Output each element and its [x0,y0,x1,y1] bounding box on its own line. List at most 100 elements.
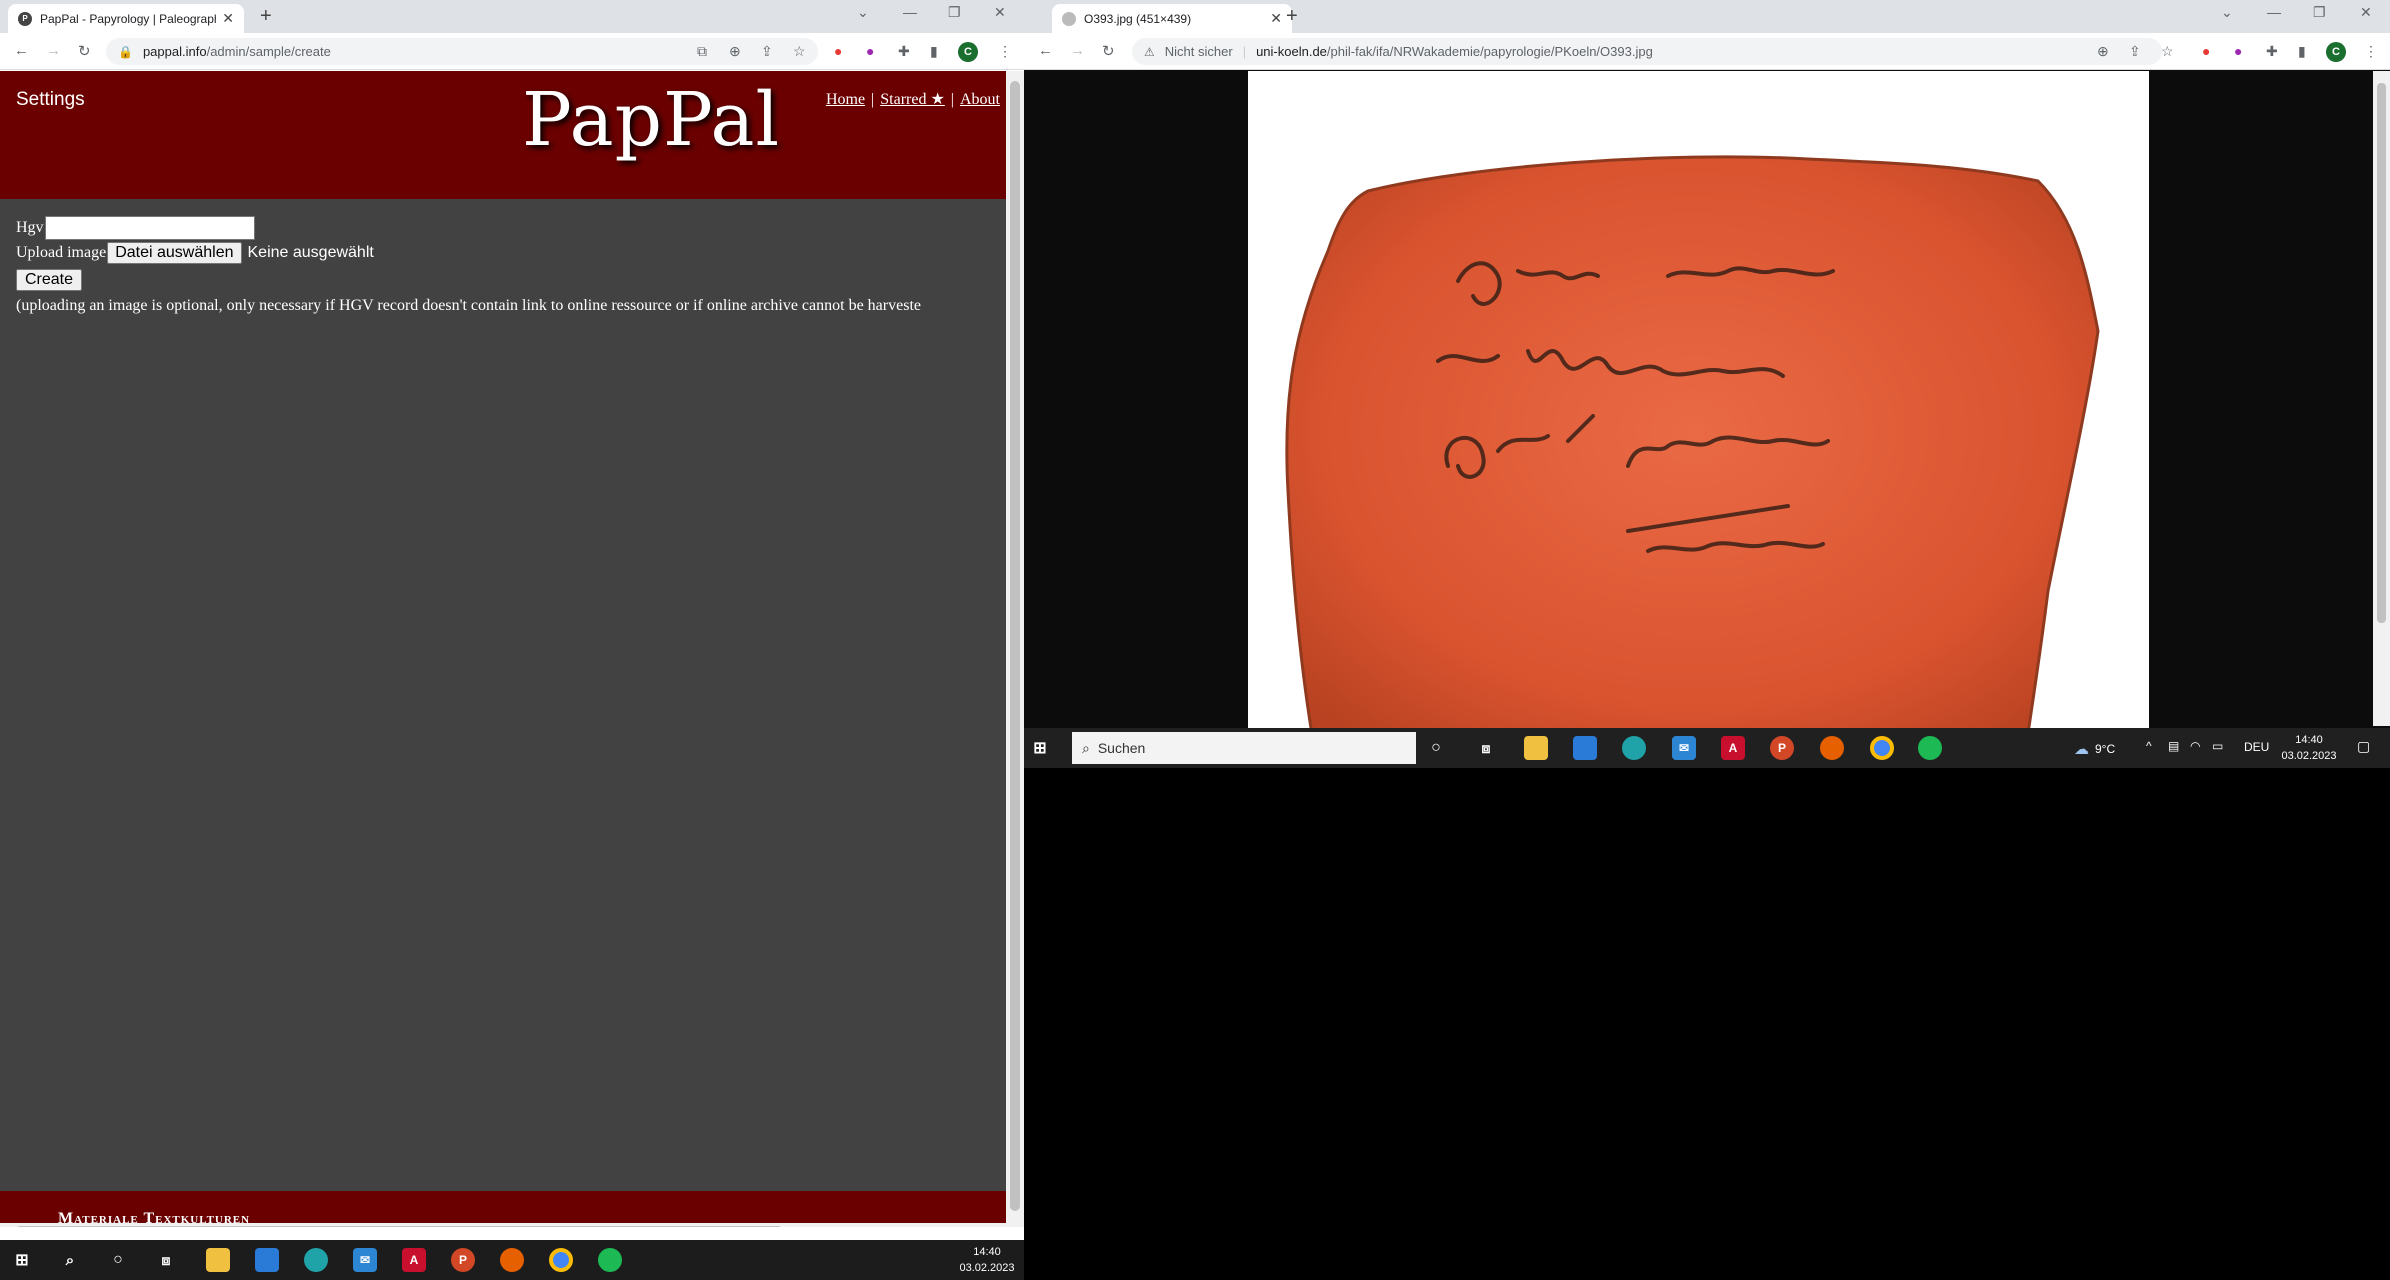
back-icon[interactable]: ← [14,42,29,59]
side-panel-icon[interactable]: ▮ [930,43,938,60]
url-host-right: uni-koeln.de [1256,44,1327,59]
firefox-icon[interactable] [500,1248,524,1272]
edge-icon[interactable] [304,1248,328,1272]
edge-icon[interactable] [1622,736,1646,760]
extension-purple-icon[interactable]: ● [2234,43,2242,59]
restore-icon[interactable]: ❐ [948,4,961,21]
extension-purple-icon[interactable]: ● [866,43,874,59]
tab-pappal[interactable]: P PapPal - Papyrology | Paleography ✕ [8,4,244,33]
windows-start-icon[interactable]: ⊞ [1028,736,1052,760]
horizontal-scroll-thumb[interactable] [16,1226,782,1227]
file-explorer-icon[interactable] [206,1248,230,1272]
back-icon[interactable]: ← [1038,42,1053,59]
cortana-icon[interactable]: ○ [106,1248,130,1272]
task-view-icon[interactable]: ⧈ [1474,736,1498,760]
firefox-icon[interactable] [1820,736,1844,760]
translate-icon[interactable]: ⧉ [697,43,707,60]
new-tab-icon[interactable]: + [260,5,272,28]
zoom-icon[interactable]: ⊕ [2097,43,2109,60]
taskbar-left: ⊞ ⌕ ○ ⧈ ✉ A P 14:40 03.02.2023 [0,1240,1024,1280]
tab-strip: P PapPal - Papyrology | Paleography ✕ + … [0,0,1024,33]
reload-icon[interactable]: ↻ [1102,42,1115,60]
tab-image[interactable]: O393.jpg (451×439) ✕ [1052,4,1292,33]
minimize-icon[interactable]: — [2267,4,2281,20]
close-window-icon[interactable]: ✕ [994,4,1006,21]
chevron-up-icon[interactable]: ^ [2146,739,2152,753]
clock-time: 14:40 [2295,734,2323,746]
address-bar[interactable]: 🔒 pappal.info/admin/sample/create [106,38,818,65]
task-view-icon[interactable]: ⧈ [154,1248,178,1272]
browser-toolbar: ← → ↻ 🔒 pappal.info/admin/sample/create … [0,33,1024,70]
restore-icon[interactable]: ❐ [2313,4,2326,21]
new-tab-icon[interactable]: + [1286,5,1298,28]
tab-search-icon[interactable]: ⌄ [2221,4,2233,21]
vertical-scroll-thumb-right[interactable] [2377,83,2386,623]
side-panel-icon[interactable]: ▮ [2298,43,2306,60]
menu-kebab-icon[interactable]: ⋮ [998,43,1012,60]
wifi-icon[interactable]: ◠ [2190,739,2200,753]
taskbar-search-box[interactable]: ⌕ Suchen [1072,732,1416,764]
extensions-puzzle-icon[interactable]: ✚ [2266,43,2278,60]
bookmark-star-icon[interactable]: ☆ [2161,43,2174,60]
acrobat-icon[interactable]: A [1721,736,1745,760]
vertical-scroll-thumb[interactable] [1010,81,1020,1211]
top-navigation: Home | Starred ★ | About [826,89,1000,109]
powerpoint-icon[interactable]: P [1770,736,1794,760]
hgv-input[interactable] [44,216,255,240]
battery-icon[interactable]: ▭ [2212,739,2223,753]
notifications-icon[interactable]: ▢ [2357,738,2370,755]
spotify-icon[interactable] [598,1248,622,1272]
language-indicator[interactable]: DEU [2244,740,2269,754]
file-status: Keine ausgewählt [247,244,374,261]
vertical-scrollbar-right[interactable] [2373,71,2390,726]
store-icon[interactable] [255,1248,279,1272]
forward-icon[interactable]: → [46,42,61,59]
weather-widget[interactable]: ☁ 9°C [2074,740,2115,758]
close-tab-icon[interactable]: ✕ [222,10,234,27]
extensions-puzzle-icon[interactable]: ✚ [898,43,910,60]
url-path-right: /phil-fak/ifa/NRWakademie/papyrologie/PK… [1326,44,1653,59]
address-bar-right[interactable]: ⚠ Nicht sicher | uni-koeln.de/phil-fak/i… [1132,38,2162,65]
vertical-scrollbar[interactable] [1006,71,1024,1227]
mail-icon[interactable]: ✉ [353,1248,377,1272]
cortana-icon[interactable]: ○ [1424,736,1448,760]
horizontal-scrollbar[interactable] [0,1223,1006,1227]
zoom-icon[interactable]: ⊕ [729,43,741,60]
chrome-icon[interactable] [1870,736,1894,760]
search-icon[interactable]: ⌕ [58,1248,82,1272]
store-icon[interactable] [1573,736,1597,760]
taskbar-clock-left[interactable]: 14:40 03.02.2023 [954,1244,1020,1276]
windows-start-icon[interactable]: ⊞ [10,1248,34,1272]
file-explorer-icon[interactable] [1524,736,1548,760]
menu-kebab-icon[interactable]: ⋮ [2364,43,2378,60]
spotify-icon[interactable] [1918,736,1942,760]
nav-about[interactable]: About [960,91,1000,108]
clock-date: 03.02.2023 [2281,750,2337,762]
create-button[interactable]: Create [16,269,83,291]
mail-icon[interactable]: ✉ [1672,736,1696,760]
share-icon[interactable]: ⇪ [761,43,773,60]
settings-link[interactable]: Settings [16,89,85,111]
tab-search-icon[interactable]: ⌄ [857,4,869,21]
nav-starred[interactable]: Starred ★ [880,91,945,108]
acrobat-icon[interactable]: A [402,1248,426,1272]
minimize-icon[interactable]: — [903,4,917,20]
profile-avatar[interactable]: C [2326,42,2346,62]
forward-icon[interactable]: → [1070,42,1085,59]
chrome-icon[interactable] [549,1248,573,1272]
choose-file-button[interactable]: Datei auswählen [107,242,242,264]
powerpoint-icon[interactable]: P [451,1248,475,1272]
bookmark-star-icon[interactable]: ☆ [793,43,806,60]
ostracon-image[interactable] [1248,71,2149,768]
extension-red-icon[interactable]: ● [2202,43,2210,59]
profile-avatar[interactable]: C [958,42,978,62]
site-logo[interactable]: PapPal [522,77,780,163]
taskbar-clock-right[interactable]: 14:40 03.02.2023 [2274,732,2344,764]
network-icon[interactable]: ▤ [2168,739,2179,753]
nav-home[interactable]: Home [826,91,865,108]
share-icon[interactable]: ⇪ [2129,43,2141,60]
reload-icon[interactable]: ↻ [78,42,91,60]
extension-red-icon[interactable]: ● [834,43,842,59]
close-window-icon[interactable]: ✕ [2360,4,2372,21]
close-tab-icon[interactable]: ✕ [1270,10,1282,27]
